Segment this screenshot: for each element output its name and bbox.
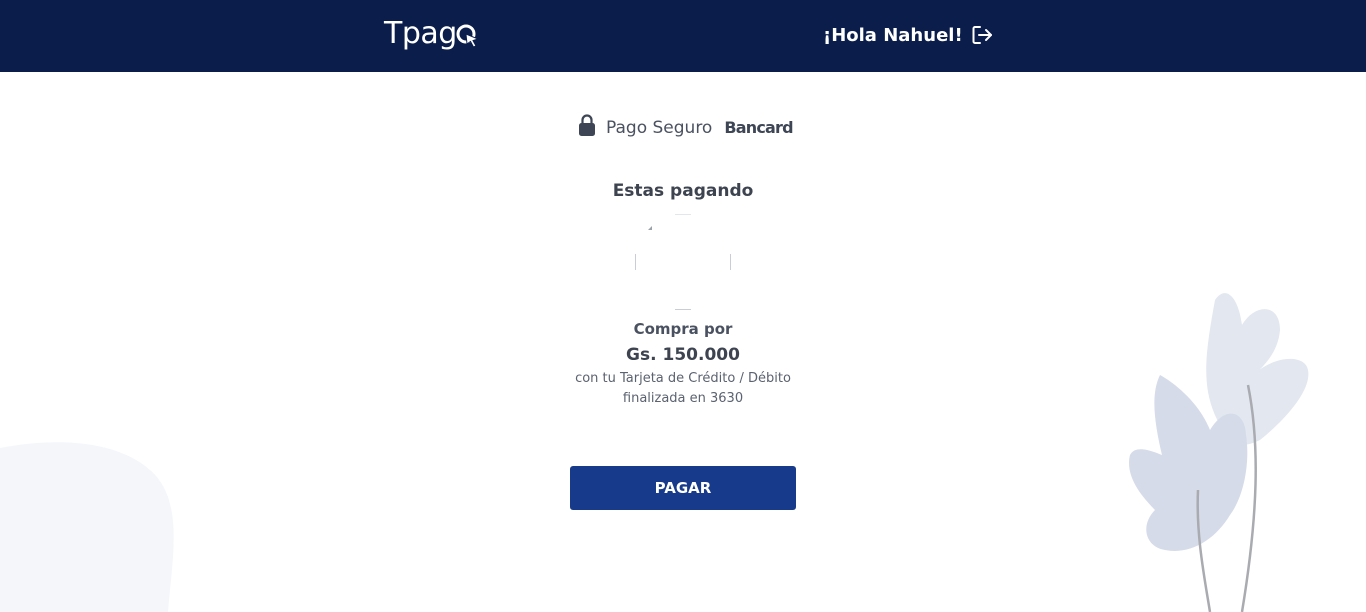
purchase-label: Compra por: [633, 320, 733, 338]
logo-text: Tpag: [384, 16, 457, 51]
pay-button[interactable]: PAGAR: [570, 466, 796, 510]
user-greeting: ¡Hola Nahuel!: [823, 24, 995, 46]
paying-title: Estas pagando: [612, 181, 754, 201]
merchant-logo-image: [635, 214, 731, 310]
secure-payment-label: Pago Seguro: [606, 117, 713, 138]
top-navbar: Tpag ¡Hola Nahuel!: [0, 0, 1366, 72]
decorative-blob: [0, 442, 174, 612]
decorative-plant: [1129, 293, 1309, 612]
card-last-digits: finalizada en 3630: [622, 391, 744, 406]
lock-icon: [578, 113, 596, 142]
tpago-logo[interactable]: Tpag: [384, 16, 483, 51]
bancard-logo: Bancard: [724, 118, 793, 137]
secure-payment-badge: Pago Seguro Bancard: [578, 113, 794, 142]
greeting-text: ¡Hola Nahuel!: [823, 24, 963, 46]
payment-amount: Gs. 150.000: [626, 345, 740, 365]
logout-icon[interactable]: [971, 24, 995, 46]
logo-cursor-icon: [456, 24, 480, 48]
card-description: con tu Tarjeta de Crédito / Débito: [575, 371, 791, 386]
